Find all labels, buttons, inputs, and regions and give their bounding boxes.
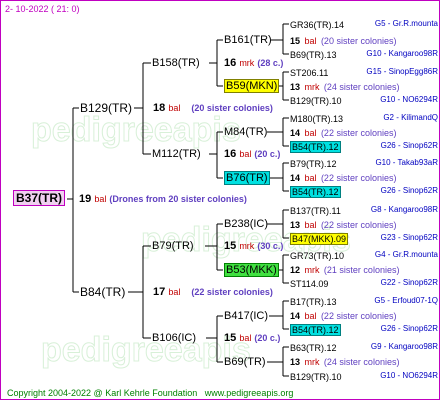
gen4-ref[interactable]: G26 - Sinop62R: [381, 185, 438, 197]
gen4-queen[interactable]: B129(TR).10 G10 - NO6294R: [290, 94, 439, 107]
root-drone-info: 19 bal (Drones from 20 sister colonies): [79, 193, 247, 205]
gen4-queen[interactable]: B129(TR).10 G10 - NO6294R: [290, 370, 439, 383]
gen4-drone-info: 15 bal (20 sister colonies): [290, 36, 397, 46]
root-note: (Drones from 20 sister colonies): [109, 194, 247, 204]
gen3-queen-3[interactable]: M84(TR): [224, 126, 267, 138]
gen3-queen-5[interactable]: B238(IC): [224, 218, 268, 230]
gen3-queen-6[interactable]: B53(MKK): [224, 263, 279, 277]
root-number: 19: [79, 193, 92, 205]
root-name: B37(TR): [13, 190, 66, 206]
gen4-ref[interactable]: G4 - Gr.R.mounta: [375, 249, 438, 261]
gen1-sire-name[interactable]: B129(TR): [80, 102, 132, 114]
gen2-queen-4[interactable]: B106(IC): [152, 332, 196, 344]
gen4-queen[interactable]: B137(TR).11 G8 - Kangaroo98R: [290, 204, 439, 217]
gen4-queen[interactable]: B17(TR).13 G5 - Erfoud07-1Q: [290, 295, 439, 308]
gen4-queen[interactable]: M180(TR).13 G2 - KilimandQ: [290, 112, 439, 125]
gen4-drone-info: 12 mrk (21 sister colonies): [290, 265, 400, 275]
gen4-queen[interactable]: B54(TR).12 G26 - Sinop62R: [290, 323, 439, 336]
gen4-ref[interactable]: G10 - Takab93aR: [375, 157, 438, 169]
gen4-queen[interactable]: B69(TR).13 G10 - Kangaroo98R: [290, 48, 439, 61]
gen4-ref[interactable]: G5 - Erfoud07-1Q: [374, 295, 438, 307]
gen4-queen[interactable]: B63(TR).12 G9 - Kangaroo98R: [290, 341, 439, 354]
gen1-dam-name[interactable]: B84(TR): [80, 286, 125, 298]
gen4-ref[interactable]: G9 - Kangaroo98R: [371, 341, 438, 353]
gen4-ref[interactable]: G23 - Sinop62R: [381, 232, 438, 244]
gen3-queen-2[interactable]: B59(MKN): [224, 79, 280, 93]
gen4-ref[interactable]: G26 - Sinop62R: [381, 323, 438, 335]
watermark-3: pedigreeapis: [41, 331, 251, 369]
gen4-ref[interactable]: G8 - Kangaroo98R: [371, 204, 438, 216]
watermark-1: pedigreeapis: [31, 111, 241, 149]
gen3-queen-4[interactable]: B76(TR): [224, 171, 270, 185]
gen4-queen[interactable]: ST114.09 G22 - Sinop62R: [290, 277, 439, 290]
gen2-queen-2[interactable]: M112(TR): [152, 148, 201, 160]
gen4-ref[interactable]: G22 - Sinop62R: [381, 277, 438, 289]
gen4-ref[interactable]: G15 - SinopEgg86R: [366, 66, 438, 78]
pedigree-frame: pedigreeapis pedigreeapis pedigreeapis 2…: [0, 0, 440, 400]
root-unit: bal: [94, 194, 107, 204]
root-queen[interactable]: B37(TR): [13, 190, 66, 206]
gen4-ref[interactable]: G10 - Kangaroo98R: [366, 48, 438, 60]
footer-copyright: Copyright 2004-2022 @ Karl Kehrle Founda…: [7, 388, 294, 398]
gen4-drone-info: 13 bal (22 sister colonies): [290, 220, 397, 230]
gen3-queen-8[interactable]: B69(TR): [224, 356, 266, 368]
gen4-ref[interactable]: G10 - NO6294R: [380, 94, 438, 106]
gen4-ref[interactable]: G5 - Gr.R.mounta: [375, 18, 438, 30]
gen4-ref[interactable]: G26 - Sinop62R: [381, 140, 438, 152]
gen4-drone-info: 13 mrk (24 sister colonies): [290, 357, 400, 367]
gen3-queen-7[interactable]: B417(IC): [224, 310, 268, 322]
gen4-drone-info: 14 bal (22 sister colonies): [290, 128, 397, 138]
gen4-drone-info: 13 mrk (24 sister colonies): [290, 82, 400, 92]
gen1-sire-info: 18 bal (20 sister colonies): [153, 102, 273, 114]
gen3-queen-1[interactable]: B161(TR): [224, 34, 272, 46]
gen2-info-1: 16 mrk (28 c.): [224, 57, 284, 69]
gen2-info-2: 16 bal (20 c.): [224, 148, 281, 160]
gen4-queen[interactable]: GR73(TR).10 G4 - Gr.R.mounta: [290, 249, 439, 262]
gen4-queen[interactable]: GR36(TR).14 G5 - Gr.R.mounta: [290, 18, 439, 31]
gen4-queen[interactable]: B47(MKK).09 G23 - Sinop62R: [290, 232, 439, 245]
gen4-drone-info: 14 bal (22 sister colonies): [290, 311, 397, 321]
gen2-queen-1[interactable]: B158(TR): [152, 57, 200, 69]
gen4-ref[interactable]: G2 - KilimandQ: [383, 112, 438, 124]
gen4-queen[interactable]: B54(TR).12 G26 - Sinop62R: [290, 185, 439, 198]
gen4-ref[interactable]: G10 - NO6294R: [380, 370, 438, 382]
gen4-queen[interactable]: B79(TR).12 G10 - Takab93aR: [290, 157, 439, 170]
footer-url[interactable]: www.pedigreeapis.org: [205, 388, 294, 398]
gen2-queen-3[interactable]: B79(TR): [152, 240, 194, 252]
gen4-queen[interactable]: ST206.11 G15 - SinopEgg86R: [290, 66, 439, 79]
gen4-drone-info: 14 bal (22 sister colonies): [290, 173, 397, 183]
report-date: 2- 10-2022 ( 21: 0): [5, 4, 80, 14]
gen2-info-4: 15 bal (20 c.): [224, 332, 281, 344]
gen2-info-3: 15 mrk (30 c.): [224, 240, 284, 252]
gen4-queen[interactable]: B54(TR).12 G26 - Sinop62R: [290, 140, 439, 153]
gen1-dam-info: 17 bal (22 sister colonies): [153, 286, 273, 298]
